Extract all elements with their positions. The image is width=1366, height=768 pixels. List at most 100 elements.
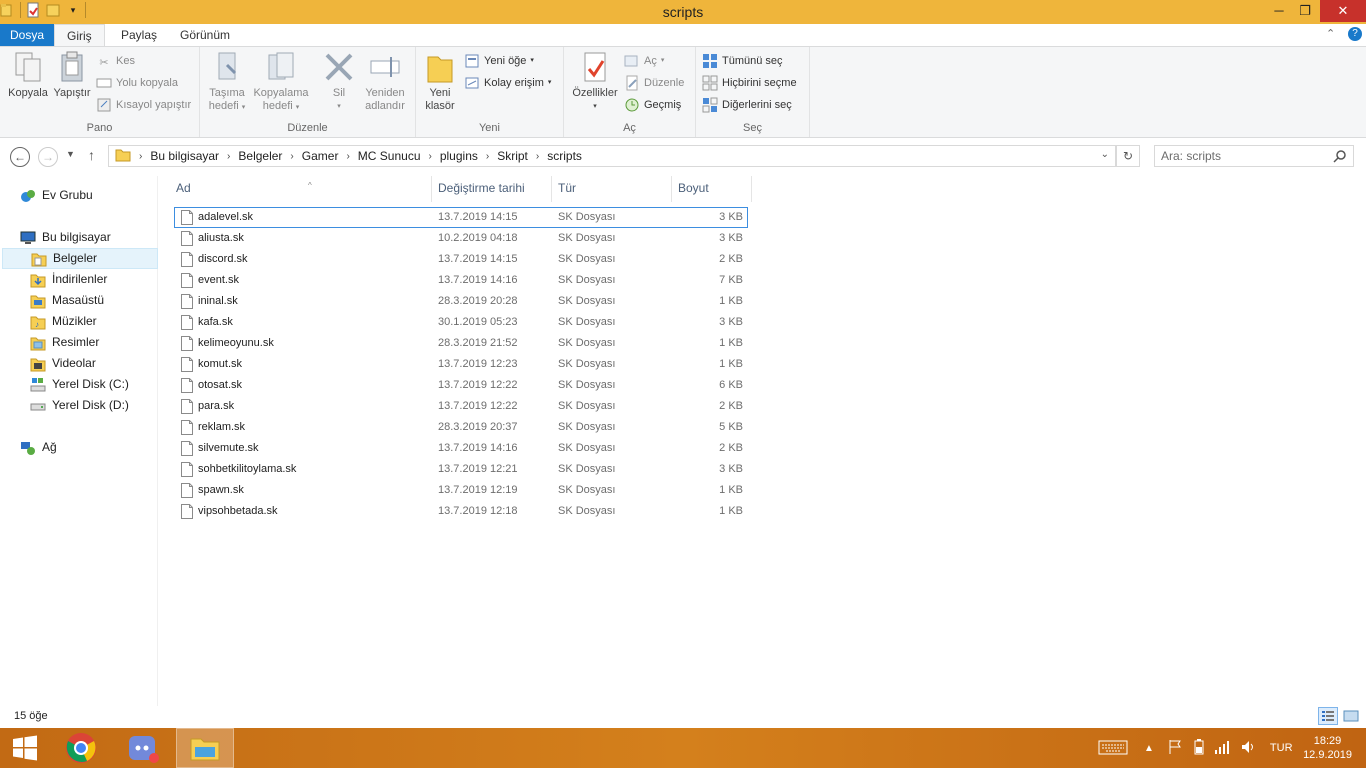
file-date: 13.7.2019 12:22 bbox=[438, 379, 518, 391]
address-dropdown-icon[interactable]: ⌄ bbox=[1101, 149, 1109, 160]
column-header-name[interactable]: Ad ^ bbox=[170, 176, 432, 202]
table-row[interactable]: kelimeoyunu.sk 28.3.2019 21:52 SK Dosyası 1… bbox=[174, 333, 748, 354]
nav-item-pictures[interactable]: Resimler bbox=[30, 332, 99, 353]
chevron-right-icon[interactable]: › bbox=[223, 151, 234, 162]
refresh-button[interactable]: ↻ bbox=[1116, 145, 1140, 167]
close-button[interactable]: ✕ bbox=[1320, 0, 1366, 22]
nav-item-music[interactable]: ♪ Müzikler bbox=[30, 311, 97, 332]
file-size: 1 KB bbox=[719, 505, 743, 517]
nav-network[interactable]: Ağ bbox=[20, 437, 57, 458]
select-none-button[interactable]: Hiçbirini seçme bbox=[702, 73, 797, 93]
breadcrumb-mc-sunucu[interactable]: MC Sunucu bbox=[354, 149, 425, 163]
history-button[interactable]: Geçmiş bbox=[624, 95, 681, 115]
table-row[interactable]: para.sk 13.7.2019 12:22 SK Dosyası 2 KB bbox=[174, 396, 748, 417]
taskbar-file-explorer[interactable] bbox=[176, 728, 234, 768]
nav-this-pc[interactable]: Bu bilgisayar bbox=[20, 227, 111, 248]
large-icons-view-button[interactable] bbox=[1341, 707, 1361, 725]
new-folder-button[interactable]: Yeni klasör bbox=[422, 51, 458, 113]
rename-button[interactable]: Yeniden adlandır bbox=[360, 51, 410, 113]
show-hidden-icons-icon[interactable]: ▲ bbox=[1144, 743, 1154, 754]
taskbar-discord[interactable] bbox=[114, 728, 172, 768]
table-row[interactable]: otosat.sk 13.7.2019 12:22 SK Dosyası 6 KB bbox=[174, 375, 748, 396]
input-language[interactable]: TUR bbox=[1270, 742, 1293, 754]
desktop-folder-icon bbox=[30, 293, 46, 309]
table-row[interactable]: sohbetkilitoylama.sk 13.7.2019 12:21 SK Do… bbox=[174, 459, 748, 480]
copy-path-icon bbox=[96, 75, 112, 91]
chevron-right-icon[interactable]: › bbox=[342, 151, 353, 162]
table-row[interactable]: komut.sk 13.7.2019 12:23 SK Dosyası 1 KB bbox=[174, 354, 748, 375]
table-row[interactable]: discord.sk 13.7.2019 14:15 SK Dosyası 2 KB bbox=[174, 249, 748, 270]
clock[interactable]: 18:29 12.9.2019 bbox=[1303, 734, 1352, 762]
table-row[interactable]: kafa.sk 30.1.2019 05:23 SK Dosyası 3 KB bbox=[174, 312, 748, 333]
tab-share[interactable]: Paylaş bbox=[109, 24, 169, 46]
column-header-size[interactable]: Boyut bbox=[672, 176, 752, 202]
start-button[interactable] bbox=[0, 728, 50, 768]
copy-path-button[interactable]: Yolu kopyala bbox=[96, 73, 178, 93]
paste-button[interactable]: Yapıştır bbox=[50, 51, 94, 100]
tab-home[interactable]: Giriş bbox=[54, 24, 105, 47]
table-row[interactable]: reklam.sk 28.3.2019 20:37 SK Dosyası 5 KB bbox=[174, 417, 748, 438]
battery-icon[interactable] bbox=[1194, 738, 1204, 758]
file-icon bbox=[181, 315, 193, 330]
recent-locations-button[interactable]: ▼ bbox=[66, 149, 75, 159]
open-button[interactable]: Aç ▾ bbox=[624, 51, 664, 71]
table-row[interactable]: silvemute.sk 13.7.2019 14:16 SK Dosyası 2 K… bbox=[174, 438, 748, 459]
keyboard-icon[interactable] bbox=[1098, 739, 1128, 758]
breadcrumb-this-pc[interactable]: Bu bilgisayar bbox=[146, 149, 223, 163]
chevron-right-icon[interactable]: › bbox=[482, 151, 493, 162]
table-row[interactable]: adalevel.sk 13.7.2019 14:15 SK Dosyası 3 KB bbox=[174, 207, 748, 228]
up-button[interactable]: ↑ bbox=[88, 147, 95, 163]
folder-icon bbox=[424, 51, 456, 85]
nav-item-desktop[interactable]: Masaüstü bbox=[30, 290, 104, 311]
tab-view[interactable]: Görünüm bbox=[168, 24, 242, 46]
breadcrumb-scripts[interactable]: scripts bbox=[543, 149, 586, 163]
back-button[interactable]: ← bbox=[10, 147, 30, 167]
table-row[interactable]: aliusta.sk 10.2.2019 04:18 SK Dosyası 3 KB bbox=[174, 228, 748, 249]
details-view-button[interactable] bbox=[1318, 707, 1338, 725]
collapse-ribbon-icon[interactable]: ⌃ bbox=[1326, 27, 1335, 40]
select-all-button[interactable]: Tümünü seç bbox=[702, 51, 783, 71]
edit-button[interactable]: Düzenle bbox=[624, 73, 684, 93]
address-bar[interactable]: › Bu bilgisayar › Belgeler › Gamer › MC … bbox=[108, 145, 1116, 167]
nav-item-documents[interactable]: Belgeler bbox=[2, 248, 158, 269]
search-icon[interactable] bbox=[1333, 149, 1347, 163]
search-input[interactable]: Ara: scripts bbox=[1154, 145, 1354, 167]
nav-item-videos[interactable]: Videolar bbox=[30, 353, 96, 374]
chevron-right-icon[interactable]: › bbox=[286, 151, 297, 162]
breadcrumb-documents[interactable]: Belgeler bbox=[234, 149, 286, 163]
nav-homegroup[interactable]: Ev Grubu bbox=[20, 185, 93, 206]
forward-button[interactable]: → bbox=[38, 147, 58, 167]
table-row[interactable]: spawn.sk 13.7.2019 12:19 SK Dosyası 1 KB bbox=[174, 480, 748, 501]
breadcrumb-plugins[interactable]: plugins bbox=[436, 149, 482, 163]
tab-file[interactable]: Dosya bbox=[0, 24, 54, 46]
easy-access-button[interactable]: Kolay erişim ▾ bbox=[464, 73, 551, 93]
table-row[interactable]: ininal.sk 28.3.2019 20:28 SK Dosyası 1 KB bbox=[174, 291, 748, 312]
copy-button[interactable]: Kopyala bbox=[6, 51, 50, 100]
delete-button[interactable]: Sil ▾ bbox=[322, 51, 356, 113]
breadcrumb-gamer[interactable]: Gamer bbox=[298, 149, 343, 163]
nav-item-downloads[interactable]: İndirilenler bbox=[30, 269, 107, 290]
new-item-button[interactable]: Yeni öğe ▾ bbox=[464, 51, 534, 71]
help-icon[interactable]: ? bbox=[1348, 27, 1362, 41]
volume-icon[interactable] bbox=[1240, 739, 1256, 758]
invert-selection-button[interactable]: Diğerlerini seç bbox=[702, 95, 792, 115]
column-header-date[interactable]: Değiştirme tarihi bbox=[432, 176, 552, 202]
nav-item-disk-c[interactable]: Yerel Disk (C:) bbox=[30, 374, 129, 395]
properties-button[interactable]: Özellikler ▾ bbox=[568, 51, 622, 113]
table-row[interactable]: vipsohbetada.sk 13.7.2019 12:18 SK Dosyası… bbox=[174, 501, 748, 522]
chevron-right-icon[interactable]: › bbox=[425, 151, 436, 162]
copy-to-button[interactable]: Kopyalama hedefi ▾ bbox=[252, 51, 310, 114]
column-header-type[interactable]: Tür bbox=[552, 176, 672, 202]
nav-item-disk-d[interactable]: Yerel Disk (D:) bbox=[30, 395, 129, 416]
paste-shortcut-button[interactable]: Kısayol yapıştır bbox=[96, 95, 191, 115]
move-to-button[interactable]: Taşıma hedefi ▾ bbox=[204, 51, 250, 114]
table-row[interactable]: event.sk 13.7.2019 14:16 SK Dosyası 7 KB bbox=[174, 270, 748, 291]
taskbar-chrome[interactable] bbox=[52, 728, 110, 768]
status-bar: 15 öğe bbox=[0, 706, 1366, 728]
breadcrumb-skript[interactable]: Skript bbox=[493, 149, 532, 163]
cut-button[interactable]: ✂ Kes bbox=[96, 51, 135, 71]
signal-icon[interactable] bbox=[1214, 739, 1230, 758]
maximize-button[interactable]: ❐ bbox=[1288, 0, 1322, 22]
flag-icon[interactable] bbox=[1168, 739, 1182, 758]
chevron-right-icon[interactable]: › bbox=[532, 151, 543, 162]
